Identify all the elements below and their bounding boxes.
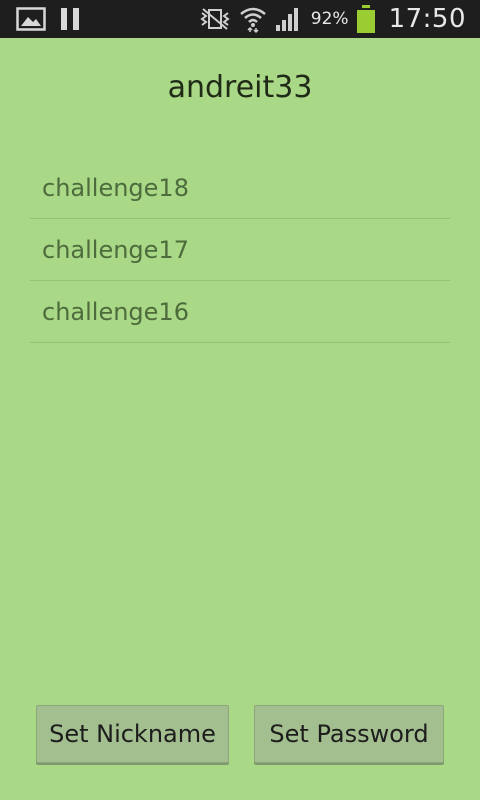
set-password-button[interactable]: Set Password [254, 705, 444, 763]
challenge-list: challenge18 challenge17 challenge16 [30, 158, 450, 343]
list-item[interactable]: challenge16 [30, 281, 450, 343]
status-right-icons: 92% 17:50 [199, 0, 466, 38]
nickname-title: andreit33 [167, 70, 313, 105]
signal-icon [275, 6, 301, 32]
status-bar: 92% 17:50 [0, 0, 480, 38]
list-item[interactable]: challenge17 [30, 219, 450, 281]
set-nickname-button[interactable]: Set Nickname [36, 705, 229, 763]
wifi-icon [239, 5, 267, 33]
clock: 17:50 [388, 4, 466, 34]
list-item[interactable]: challenge18 [30, 158, 450, 219]
battery-percentage: 92% [310, 9, 349, 29]
status-left-icons [16, 6, 80, 32]
gallery-icon [16, 7, 46, 31]
pause-icon [60, 7, 80, 31]
battery-icon [356, 5, 375, 33]
vibrate-mute-icon [199, 7, 231, 31]
